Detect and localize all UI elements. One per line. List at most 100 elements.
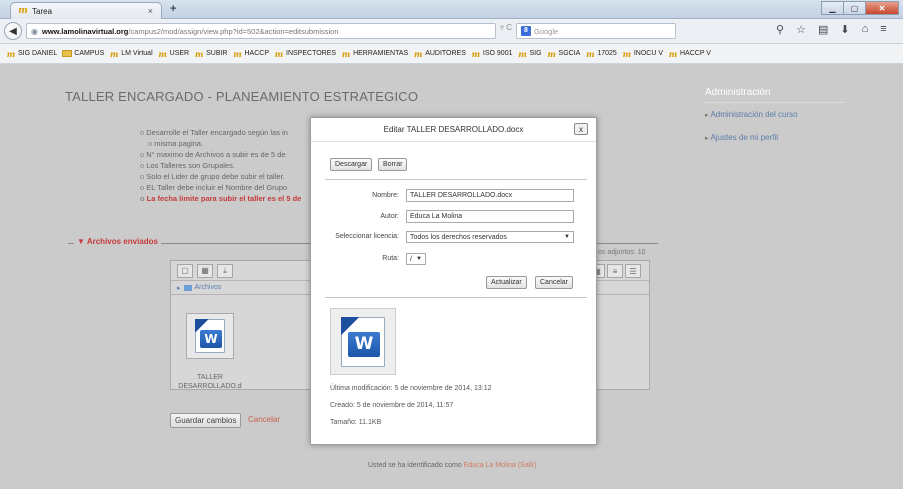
window-controls: ▁ ▢ ✕ [821,1,899,15]
moodle-favicon-icon: m [341,48,351,59]
list-item: Los Talleres son Grupales. [140,160,301,171]
bookmark-item[interactable]: m AUDITORES [413,49,466,59]
bookmark-item[interactable]: m SUBIR [194,48,228,59]
moodle-favicon-icon: m [413,48,423,59]
add-file-icon[interactable]: ▢ [177,263,193,278]
breadcrumb-folder[interactable]: Archivos [195,284,222,291]
chevron-right-icon: ▸ [177,284,181,292]
edit-file-dialog: Editar TALLER DESARROLLADO.docx x Descar… [310,117,597,445]
bookmark-item[interactable]: CAMPUS [62,50,104,57]
bookmarks-bar: m SIG DANIEL CAMPUS m LM Virtual m USER m SU… [0,44,903,64]
fieldset-legend[interactable]: ▼ Archivos enviados [74,237,161,246]
browser-tab[interactable]: m Tarea × [10,2,162,19]
moodle-favicon-icon: m [18,6,28,16]
download-icon[interactable]: ⬇ [840,23,849,36]
size-text: Tamaño: 11.1KB [330,419,382,426]
list-item: EL Taller debe incluir el Nombre del Gru… [140,182,301,193]
delete-button[interactable]: Borrar [378,158,408,171]
url-path: /campus2/mod/assign/view.php?id=502&acti… [128,26,339,36]
name-field[interactable]: TALLER DESARROLLADO.docx [406,189,574,202]
path-select[interactable]: / ▼ [406,253,426,265]
search-input[interactable]: 8 Google [516,23,676,39]
bookmark-item[interactable]: m HACCP V [668,49,711,59]
bookmark-item[interactable]: m 17025 [585,49,617,59]
bookmark-item[interactable]: m SIG DANIEL [6,48,58,59]
download-all-icon[interactable]: ⤓ [217,263,233,278]
license-select[interactable]: Todos los derechos reservados ▼ [406,231,574,243]
moodle-favicon-icon: m [233,48,242,59]
back-arrow-icon[interactable]: ◀ [4,22,22,40]
bookmark-item[interactable]: m SGCIA [547,49,580,59]
update-button[interactable]: Actualizar [486,276,527,289]
document-shape: W [195,319,225,353]
address-bar[interactable]: ◉ www.lamolinavirtual.org /campus2/mod/a… [26,23,496,39]
search-icon[interactable]: ⚲ [776,23,784,36]
reload-icon[interactable]: ▿ C [500,23,512,32]
toolbar-icons: ⚲ ☆ ▤ ⬇ ⌂ ≡ [776,23,887,36]
divider [325,297,587,298]
moodle-favicon-icon: m [668,48,678,59]
list-item: misma pagina. [140,138,301,149]
last-modified-text: Última modificación: 5 de noviembre de 2… [330,385,492,392]
bookmark-item[interactable]: m SIG [517,49,541,59]
file-name[interactable]: TALLER DESARROLLADO.d [175,373,245,391]
menu-icon[interactable]: ≡ [880,23,886,36]
search-placeholder: Google [534,26,559,36]
bookmark-star-icon[interactable]: ☆ [796,23,806,36]
bookmark-item[interactable]: m USER [158,49,189,59]
url-host: www.lamolinavirtual.org [41,26,129,36]
close-icon[interactable]: x [574,123,588,135]
sidebar-item-course-admin[interactable]: Administración del curso [705,110,797,119]
instructions-list: Desarrolle el Taller encargado según las… [140,127,301,204]
user-link[interactable]: Educa La Molina [464,462,516,469]
moodle-favicon-icon: m [158,48,167,59]
dialog-title: Editar TALLER DESARROLLADO.docx [311,118,596,142]
bookmark-item[interactable]: m HACCP [233,48,269,59]
login-info: Usted se ha identificado como Educa La M… [368,462,537,469]
globe-icon: ◉ [31,26,38,36]
bookmark-item[interactable]: m ISO 9001 [471,49,513,59]
sidebar-item-profile-settings[interactable]: Ajustes de mi perfil [705,133,778,142]
maximize-icon[interactable]: ▢ [843,1,866,15]
list-item: La fecha limite para subir el taller es … [140,193,302,204]
folder-icon [183,284,192,291]
moodle-favicon-icon: m [194,48,204,59]
logout-link[interactable]: (Salir) [518,462,537,469]
minimize-icon[interactable]: ▁ [821,1,844,15]
list-item: N° maximo de Archivos a subir es de 5 de [140,149,301,160]
tab-title: Tarea [32,6,53,16]
name-label: Nombre: [372,192,399,199]
page-title: TALLER ENCARGADO - PLANEAMIENTO ESTRATEG… [65,89,419,104]
list-view-icon[interactable]: ≡ [607,264,623,278]
tree-view-icon[interactable]: ☰ [625,264,641,278]
bookmarks-menu-icon[interactable]: ▤ [818,23,828,36]
folder-icon [62,50,73,57]
save-changes-button[interactable]: Guardar cambios [170,413,242,428]
window-close-icon[interactable]: ✕ [865,1,899,15]
chevron-down-icon: ▼ [416,256,422,262]
cancel-link[interactable]: Cancelar [248,415,280,424]
max-files-text: os adjuntos: 10 [598,249,646,256]
download-button[interactable]: Descargar [330,158,373,171]
divider [705,102,845,103]
bookmark-item[interactable]: m HERRAMIENTAS [341,49,408,59]
word-file-icon: W [341,316,385,367]
moodle-favicon-icon: m [622,48,632,59]
bookmark-item[interactable]: m INSPECTORES [274,49,336,59]
list-item: Solo el Lider de grupo debe subir el tal… [140,171,301,182]
bookmark-item[interactable]: m LM Virtual [109,49,153,59]
home-icon[interactable]: ⌂ [862,23,869,36]
tab-close-icon[interactable]: × [148,6,153,16]
list-item: Desarrolle el Taller encargado según las… [140,127,301,138]
word-file-icon[interactable]: W [186,313,234,359]
path-label: Ruta: [382,255,399,262]
moodle-favicon-icon: m [6,48,16,59]
cancel-button[interactable]: Cancelar [535,276,574,289]
chevron-down-icon: ▼ [564,234,570,240]
bookmark-item[interactable]: m INOCU V [622,49,663,59]
new-tab-button[interactable]: + [170,3,176,15]
author-field[interactable]: Educa La Molina [406,210,574,223]
create-folder-icon[interactable]: ▦ [197,263,213,278]
created-text: Creado: 5 de noviembre de 2014, 11:57 [330,402,454,409]
license-label: Seleccionar licencia: [335,233,399,240]
